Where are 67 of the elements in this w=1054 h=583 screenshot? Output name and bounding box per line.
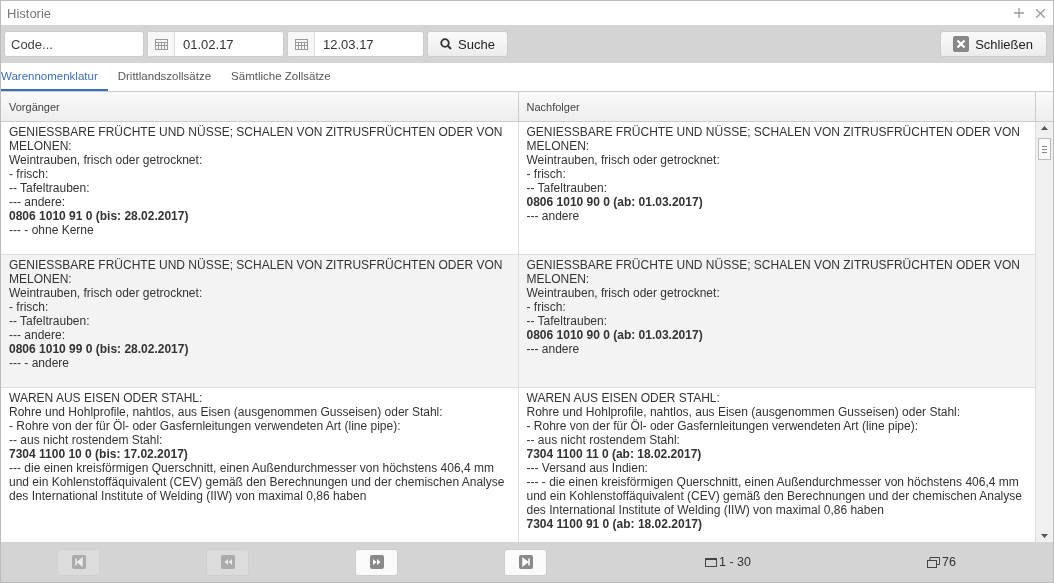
scroll-down-icon[interactable] [1041,534,1048,538]
search-button[interactable]: Suche [427,31,508,57]
cell-text-line: 0806 1010 99 0 (bis: 28.02.2017) [9,342,190,356]
close-icon[interactable] [1036,8,1045,18]
cell-text-line: --- andere: [9,195,67,209]
skip-icon [71,555,86,569]
cell-text-line: 0806 1010 91 0 (bis: 28.02.2017) [9,209,190,223]
pages-icon [926,556,940,568]
cell-text-line: GENIESSBARE FRÜCHTE UND NÜSSE; SCHALEN VON ZITRUSFRÜCHTEN ODER VON MELONEN: [526,125,1021,153]
cell-text-line: Weintrauben, frisch oder getrocknet: [9,153,204,167]
cell-text-line: -- Tafeltrauben: [526,314,608,328]
cell-text-line: - frisch: [9,167,50,181]
cell-text-line: --- andere: [9,328,67,342]
skip-icon [518,555,533,569]
cell-text-line: -- Tafeltrauben: [526,181,608,195]
cell-text-line: WAREN AUS EISEN ODER STAHL: [9,391,204,405]
cell-text-line: -- aus nicht rostendem Stahl: [9,433,164,447]
cell-text-line: 7304 1100 10 0 (bis: 17.02.2017) [9,447,189,461]
cell-text-line: GENIESSBARE FRÜCHTE UND NÜSSE; SCHALEN VON ZITRUSFRÜCHTEN ODER VON MELONEN: [9,258,504,286]
cell-text-line: - frisch: [526,300,567,314]
cell-text-line: -- Tafeltrauben: [9,181,91,195]
cell-text-line: GENIESSBARE FRÜCHTE UND NÜSSE; SCHALEN VON ZITRUSFRÜCHTEN ODER VON MELONEN: [9,125,504,153]
cell-text-line: - Rohre von der für Öl- oder Gasfernleitungen verwendeten Art (line pipe): [9,419,402,433]
next-page-button[interactable] [355,548,398,576]
page-icon [705,557,717,567]
window-title: Historie [7,5,52,21]
cell-text-line: --- - ohne Kerne [9,223,95,237]
cell-text-line: - Rohre von der für Öl- oder Gasfernleitungen verwendeten Art (line pipe): [526,419,920,433]
cell-text-line: -- aus nicht rostendem Stahl: [526,433,681,447]
calendar-icon [154,38,168,50]
cell-text-line: 7304 1100 11 0 (ab: 18.02.2017) [526,447,703,461]
cell-text-line: --- - andere [9,356,71,370]
tab[interactable]: Sämtliche Zollsätze [221,63,341,91]
code-field[interactable]: Code... [4,31,144,57]
cell-text-line: --- andere [526,209,581,223]
column-header[interactable]: Nachfolger [518,92,1036,121]
cell-text-line: WAREN AUS EISEN ODER STAHL: [526,391,721,405]
cell-text-line: 0806 1010 90 0 (ab: 01.03.2017) [526,195,704,209]
cell-text-line: --- die einen kreisförmigen Querschnitt, einen Außendurchmesser von höchstens 406,4 mm und ein Kohlenstoffäquivalent (CEV) gemäß den Berechnungen und der chemischen Analyse des International Institute of Welding (IIW) von maximal 0,86 haben [9,461,506,503]
cell-text-line: - frisch: [9,300,50,314]
calendar-icon [294,38,308,50]
search-icon [440,38,452,50]
last-page-button[interactable] [504,548,547,576]
date-to-field[interactable]: 12.03.17 [287,31,424,57]
cell-text-line: - frisch: [526,167,567,181]
cell-text-line: GENIESSBARE FRÜCHTE UND NÜSSE; SCHALEN VON ZITRUSFRÜCHTEN ODER VON MELONEN: [526,258,1021,286]
cell-text-line: Rohre und Hohlprofile, nahtlos, aus Eisen (ausgenommen Gusseisen) oder Stahl: [526,405,962,419]
date-from-field[interactable]: 01.02.17 [147,31,284,57]
tab[interactable]: Drittlandszollsätze [107,63,222,91]
cell-text-line: --- andere [526,342,581,356]
total-count: 76 [941,555,956,569]
cell-text-line: 7304 1100 91 0 (ab: 18.02.2017) [526,517,703,531]
cell-text-line: Rohre und Hohlprofile, nahtlos, aus Eisen (ausgenommen Gusseisen) oder Stahl: [9,405,444,419]
cell-text-line: Weintrauben, frisch oder getrocknet: [526,286,721,300]
cell-text-line: --- - die einen kreisförmigen Querschnitt, einen Außendurchmesser von höchstens 406,4 mm und ein Kohlenstoffäquivalent (CEV) gemäß den Berechnungen und der chemischen Analyse des International Institute of Welding (IIW) von maximal 0,86 haben [526,475,1023,517]
cell-text-line: Weintrauben, frisch oder getrocknet: [526,153,721,167]
column-header[interactable]: Vorgänger [1,92,519,121]
cell-text-line: 0806 1010 90 0 (ab: 01.03.2017) [526,328,704,342]
scroll-up-icon[interactable] [1041,126,1048,130]
maximize-icon[interactable] [1014,8,1024,18]
cell-text-line: Weintrauben, frisch oder getrocknet: [9,286,204,300]
page-range: 1 - 30 [719,555,751,569]
scrollbar[interactable] [1036,122,1053,542]
cell-text-line: -- Tafeltrauben: [9,314,91,328]
close-icon [953,36,970,52]
close-button[interactable]: Schließen [940,31,1047,57]
cell-text-line: --- Versand aus Indien: [526,461,649,475]
